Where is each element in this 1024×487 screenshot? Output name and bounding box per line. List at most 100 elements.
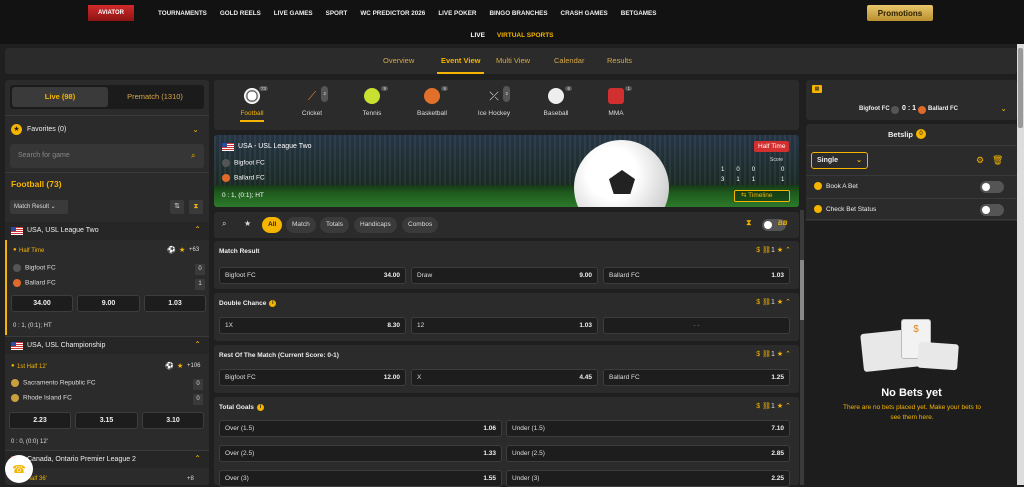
more-markets[interactable]: +8 (187, 476, 194, 482)
league-header[interactable]: USA, USL League Two ⌃ (5, 222, 209, 240)
market-select[interactable]: Match Result ⌄ (10, 200, 68, 214)
search-input[interactable]: Search for game (10, 144, 204, 168)
match-card[interactable]: 1st Half 36' +8 (5, 470, 209, 485)
favorite-star-icon[interactable]: ★ (777, 351, 783, 358)
team-logo-icon (222, 159, 230, 167)
sport-ice-hockey[interactable]: ⤫ 2 Ice Hockey (474, 86, 514, 117)
odds-button[interactable]: Ballard FC 1.25 (603, 369, 790, 386)
nav-betgames[interactable]: BETGAMES (621, 10, 657, 17)
match-card[interactable]: ● 1st Half 12' ⚽ ★ +106 Sacramento Repub… (5, 356, 209, 448)
favorite-star-icon[interactable]: ★ (777, 247, 783, 254)
event-league: USA - USL League Two (238, 143, 312, 150)
info-icon[interactable]: i (256, 404, 264, 411)
nav-live-poker[interactable]: LIVE POKER (438, 10, 476, 17)
stats-icon[interactable]: ⚽ (165, 362, 174, 370)
tab-multi-view[interactable]: Multi View (496, 48, 530, 74)
chevron-up-icon[interactable]: ⌃ (785, 403, 791, 410)
league-header[interactable]: USA, USL Championship ⌃ (5, 336, 209, 354)
odds-button[interactable]: Over (3) 1.55 (219, 470, 502, 487)
nav-bingo-branches[interactable]: BINGO BRANCHES (489, 10, 547, 17)
more-markets[interactable]: +63 (189, 247, 199, 253)
sport-tennis[interactable]: 9 Tennis (352, 86, 392, 117)
markets-scroll-thumb[interactable] (800, 260, 804, 320)
chevron-down-icon[interactable]: ⌄ (1000, 104, 1007, 113)
nav-live-games[interactable]: LIVE GAMES (274, 10, 313, 17)
odds-button[interactable]: Bigfoot FC 34.00 (219, 267, 406, 284)
star-icon[interactable]: ★ (244, 219, 251, 228)
prematch-tab[interactable]: Prematch (1310) (108, 87, 202, 107)
chevron-up-icon[interactable]: ⌃ (785, 299, 791, 306)
support-chat-icon[interactable]: ☎ (5, 455, 33, 483)
sport-mma[interactable]: 1 MMA (596, 86, 636, 117)
info-icon[interactable]: i (269, 300, 277, 307)
favorite-star-icon[interactable]: ★ (177, 362, 183, 370)
search-icon[interactable]: ⌕ (222, 219, 226, 229)
odds-button[interactable]: Over (1.5) 1.06 (219, 420, 502, 437)
subnav-virtual-sports[interactable]: VIRTUAL SPORTS (497, 32, 554, 39)
settings-gear-icon[interactable]: ⚙ (976, 155, 984, 166)
subnav-live[interactable]: LIVE (470, 32, 484, 39)
odds-button[interactable]: Bigfoot FC 12.00 (219, 369, 406, 386)
odds-button[interactable]: 1.03 (144, 295, 206, 312)
favorite-star-icon[interactable]: ★ (777, 299, 783, 306)
bet-type-select[interactable]: Single ⌄ (811, 152, 868, 169)
filter-match[interactable]: Match (286, 217, 316, 233)
filter-combos[interactable]: Combos (402, 217, 439, 233)
chevron-up-icon[interactable]: ⌃ (785, 351, 791, 358)
odds-button[interactable]: 34.00 (11, 295, 73, 312)
odds-button[interactable]: X 4.45 (411, 369, 598, 386)
nav-gold-reels[interactable]: GOLD REELS (220, 10, 261, 17)
collapse-icon[interactable]: ⧗ (746, 218, 752, 228)
odds-button[interactable]: Under (3) 2.25 (506, 470, 790, 487)
selected-match-panel[interactable]: ▦ Bigfoot FC 0 : 1 Ballard FC ⌄ (806, 80, 1017, 120)
more-markets[interactable]: +106 (187, 363, 201, 369)
chevron-up-icon[interactable]: ⌃ (785, 247, 791, 254)
match-card[interactable]: ● Half Time ⚽ ★ +63 Bigfoot FC 0 Ballard… (5, 240, 209, 335)
sport-basketball[interactable]: 6 Basketball (412, 86, 452, 117)
book-a-bet-toggle[interactable] (980, 181, 1004, 193)
nav-tournaments[interactable]: TOURNAMENTS (158, 10, 207, 17)
page-scrollbar[interactable] (1017, 44, 1024, 485)
promotions-button[interactable]: Promotions (867, 5, 933, 21)
odds-button[interactable]: 3.10 (142, 412, 204, 429)
nav-crash-games[interactable]: CRASH GAMES (561, 10, 608, 17)
league-header[interactable]: Canada, Ontario Premier League 2 ⌃ (5, 450, 209, 468)
nav-sport[interactable]: SPORT (326, 10, 348, 17)
tab-results[interactable]: Results (607, 48, 632, 74)
odds-button[interactable]: 1X 8.30 (219, 317, 406, 334)
sport-cricket[interactable]: ⟋ 2 Cricket (292, 86, 332, 117)
markets-scrollbar[interactable] (800, 210, 804, 485)
stats-icon[interactable]: ⚽ (167, 246, 176, 254)
aviator-logo-button[interactable]: AVIATOR (88, 5, 134, 21)
tab-calendar[interactable]: Calendar (554, 48, 584, 74)
odds-button[interactable]: 12 1.03 (411, 317, 598, 334)
check-status-toggle[interactable] (980, 204, 1004, 216)
nav-wc-predictor[interactable]: WC PREDICTOR 2026 (360, 10, 425, 17)
sport-football[interactable]: 73 Football (232, 86, 272, 122)
collapse-icon[interactable]: ⧗ (189, 200, 203, 214)
odds-button[interactable]: Ballard FC 1.03 (603, 267, 790, 284)
mma-glove-icon: 1 (608, 86, 632, 104)
live-tab[interactable]: Live (98) (12, 87, 108, 107)
favorite-star-icon[interactable]: ★ (777, 403, 783, 410)
trash-icon[interactable]: 🗑 (992, 155, 1003, 166)
page-scroll-thumb[interactable] (1018, 48, 1023, 128)
odds-button[interactable]: 3.15 (75, 412, 138, 429)
sport-baseball[interactable]: 6 Baseball (536, 86, 576, 117)
odds-button[interactable]: Draw 9.00 (411, 267, 598, 284)
filter-handicaps[interactable]: Handicaps (354, 217, 397, 233)
star-icon: ★ (11, 124, 22, 135)
tab-event-view[interactable]: Event View (437, 48, 485, 74)
filter-totals[interactable]: Totals (320, 217, 349, 233)
odds-button[interactable]: 9.00 (77, 295, 140, 312)
sort-icon[interactable]: ⇅ (170, 200, 184, 214)
filter-all[interactable]: All (262, 217, 283, 233)
odds-button[interactable]: Over (2.5) 1.33 (219, 445, 502, 462)
favorite-star-icon[interactable]: ★ (179, 246, 185, 254)
odds-button[interactable]: Under (2.5) 2.85 (506, 445, 790, 462)
tab-overview[interactable]: Overview (383, 48, 414, 74)
timeline-button[interactable]: ⇆ Timeline (734, 190, 790, 202)
odds-button[interactable]: 2.23 (9, 412, 71, 429)
odds-button[interactable]: Under (1.5) 7.10 (506, 420, 790, 437)
favorites-row[interactable]: ★ Favorites (0) ⌄ (5, 115, 209, 143)
